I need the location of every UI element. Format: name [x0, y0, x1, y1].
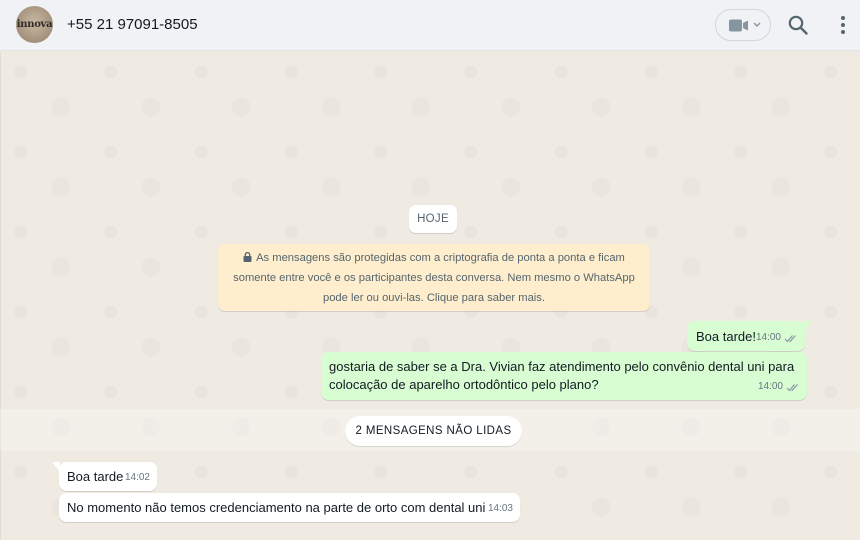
avatar-logo: innova	[16, 19, 53, 30]
message-meta: 14:00	[758, 378, 800, 396]
contact-avatar[interactable]: innova	[16, 6, 53, 43]
menu-dots-icon[interactable]	[834, 14, 852, 36]
contact-name[interactable]: +55 21 97091-8505	[67, 16, 198, 33]
bubble-tail	[52, 462, 60, 472]
video-camera-icon	[729, 19, 748, 32]
message-time: 14:03	[487, 503, 513, 514]
unread-messages-chip: 2 MENSAGENS NÃO LIDAS	[345, 416, 522, 446]
incoming-message[interactable]: Boa tarde 14:02	[52, 462, 157, 491]
video-call-button[interactable]	[715, 9, 771, 41]
search-icon[interactable]	[787, 14, 809, 36]
chevron-down-icon	[753, 22, 761, 27]
chat-header: innova +55 21 97091-8505	[0, 0, 860, 51]
message-time: 14:02	[124, 472, 150, 483]
lock-icon	[243, 252, 252, 262]
read-ticks-icon	[786, 383, 798, 391]
message-meta: 14:00	[756, 329, 798, 347]
message-text: Boa tarde!	[696, 329, 756, 344]
encryption-notice[interactable]: As mensagens são protegidas com a cripto…	[218, 244, 650, 311]
message-text: gostaria de saber se a Dra. Vivian faz a…	[329, 359, 795, 392]
message-text: No momento não temos credenciamento na p…	[67, 500, 486, 515]
incoming-message[interactable]: No momento não temos credenciamento na p…	[59, 493, 520, 522]
message-meta: 14:02	[125, 469, 150, 487]
date-chip: HOJE	[409, 205, 457, 233]
encryption-notice-text: As mensagens são protegidas com a cripto…	[233, 252, 635, 304]
message-text: Boa tarde	[67, 469, 124, 484]
bubble-tail	[804, 321, 812, 331]
message-time: 14:00	[757, 381, 783, 392]
outgoing-message[interactable]: gostaria de saber se a Dra. Vivian faz a…	[321, 352, 807, 400]
message-meta: 14:03	[488, 500, 513, 518]
outgoing-message[interactable]: Boa tarde! 14:00	[687, 321, 812, 351]
read-ticks-icon	[784, 334, 796, 342]
message-time: 14:00	[755, 332, 781, 343]
